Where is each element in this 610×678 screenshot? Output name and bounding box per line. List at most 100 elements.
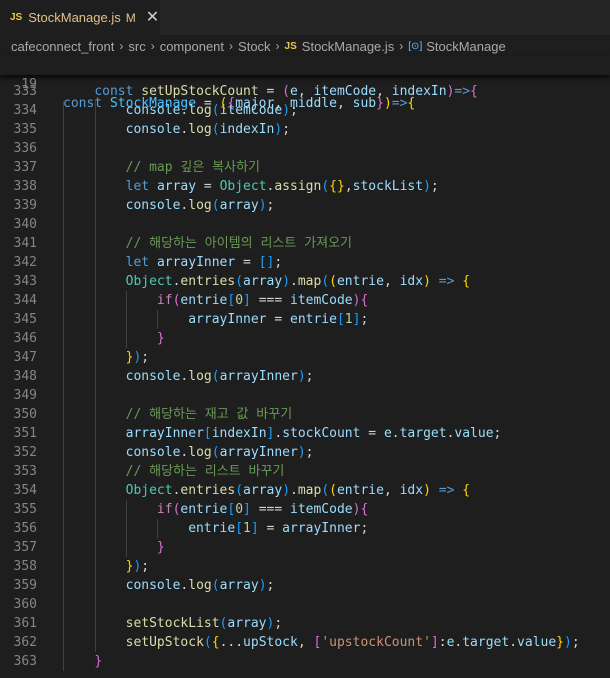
line-number: 349	[13, 388, 37, 403]
breadcrumb-item-stock[interactable]: Stock	[238, 39, 271, 54]
line-number: 342	[13, 255, 37, 270]
line-number: 344	[13, 293, 37, 308]
line-code: // map 깊은 복사하기	[125, 160, 260, 175]
code-line: 344 if(entrie[0] === itemCode){	[0, 291, 610, 310]
line-code: Object.entries(array).map((entrie, idx) …	[125, 274, 471, 289]
chevron-right-icon: ›	[399, 39, 404, 53]
line-code: // 해당하는 리스트 바꾸기	[125, 464, 285, 479]
code-line: 336	[0, 139, 610, 158]
line-number: 340	[13, 217, 37, 232]
tab-filename: StockManage.js	[28, 10, 121, 25]
code-line: 19 const StockManage = ({major, middle, …	[0, 56, 610, 111]
chevron-right-icon: ›	[150, 39, 155, 53]
line-code: Object.entries(array).map((entrie, idx) …	[125, 483, 471, 498]
breadcrumb-item-src[interactable]: src	[128, 39, 145, 54]
code-line: 347 });	[0, 348, 610, 367]
line-number: 343	[13, 274, 37, 289]
code-line: 345 arrayInner = entrie[1];	[0, 310, 610, 329]
code-line: 355 if(entrie[0] === itemCode){	[0, 500, 610, 519]
line-code: if(entrie[0] === itemCode){	[156, 293, 369, 308]
line-code: console.log(array);	[125, 198, 275, 213]
line-code: arrayInner = entrie[1];	[188, 312, 369, 327]
line-code: entrie[1] = arrayInner;	[188, 521, 369, 536]
line-code: }	[156, 540, 165, 555]
line-number: 341	[13, 236, 37, 251]
chevron-right-icon: ›	[229, 39, 234, 53]
line-number: 357	[13, 540, 37, 555]
line-number: 363	[13, 654, 37, 669]
code-line: 354 Object.entries(array).map((entrie, i…	[0, 481, 610, 500]
chevron-right-icon: ›	[119, 39, 124, 53]
breadcrumb-item-file[interactable]: StockManage.js	[302, 39, 395, 54]
code-line: 357 }	[0, 538, 610, 557]
chevron-right-icon: ›	[275, 39, 280, 53]
line-number: 359	[13, 578, 37, 593]
code-line: 348 console.log(arrayInner);	[0, 367, 610, 386]
line-number: 339	[13, 198, 37, 213]
line-number: 356	[13, 521, 37, 536]
line-code: let arrayInner = [];	[125, 255, 283, 270]
line-code: }	[94, 654, 103, 669]
code-line: 363 }	[0, 652, 610, 671]
line-number: 19	[21, 77, 37, 92]
line-number: 350	[13, 407, 37, 422]
code-line: 340	[0, 215, 610, 234]
line-code: if(entrie[0] === itemCode){	[156, 502, 369, 517]
code-line: 362 setUpStock({...upStock, ['upstockCou…	[0, 633, 610, 652]
code-line: 343 Object.entries(array).map((entrie, i…	[0, 272, 610, 291]
code-line: 350 // 해당하는 재고 값 바꾸기	[0, 405, 610, 424]
line-number: 353	[13, 464, 37, 479]
breadcrumb-item-symbol[interactable]: StockManage	[426, 39, 506, 54]
line-number: 345	[13, 312, 37, 327]
code-line: 349	[0, 386, 610, 405]
line-number: 338	[13, 179, 37, 194]
line-code: let array = Object.assign({},stockList);	[125, 179, 439, 194]
line-code: setUpStock({...upStock, ['upstockCount']…	[125, 635, 580, 650]
modified-indicator: M	[125, 10, 136, 25]
line-number: 336	[13, 141, 37, 156]
tab-stockmanage-js[interactable]: JS StockManage.js M ✕	[0, 0, 160, 35]
line-code: });	[125, 559, 150, 574]
line-code: console.log(array);	[125, 578, 275, 593]
line-code: // 해당하는 아이템의 리스트 가져오기	[125, 236, 352, 251]
line-number: 348	[13, 369, 37, 384]
line-code: console.log(arrayInner);	[125, 369, 314, 384]
code-line: 361 setStockList(array);	[0, 614, 610, 633]
line-code: const StockManage = ({major, middle, sub…	[63, 96, 416, 111]
line-number: 337	[13, 160, 37, 175]
line-number: 355	[13, 502, 37, 517]
line-code: });	[125, 350, 150, 365]
line-number: 346	[13, 331, 37, 346]
code-line: 335 console.log(indexIn);	[0, 120, 610, 139]
javascript-file-icon: JS	[284, 40, 297, 52]
line-number: 351	[13, 426, 37, 441]
line-number: 361	[13, 616, 37, 631]
code-line: 358 });	[0, 557, 610, 576]
breadcrumb-item-project[interactable]: cafeconnect_front	[11, 39, 114, 54]
line-code: arrayInner[indexIn].stockCount = e.targe…	[125, 426, 502, 441]
close-icon[interactable]: ✕	[146, 9, 159, 26]
javascript-file-icon: JS	[10, 12, 23, 23]
symbol-variable-icon: [⊙]	[408, 40, 423, 52]
code-line: 337 // map 깊은 복사하기	[0, 158, 610, 177]
line-code: }	[156, 331, 165, 346]
line-number: 358	[13, 559, 37, 574]
line-number: 352	[13, 445, 37, 460]
code-line: 338 let array = Object.assign({},stockLi…	[0, 177, 610, 196]
line-number: 362	[13, 635, 37, 650]
code-line: 359 console.log(array);	[0, 576, 610, 595]
breadcrumb-item-component[interactable]: component	[160, 39, 224, 54]
line-number: 347	[13, 350, 37, 365]
sticky-scroll-header[interactable]: 19 const StockManage = ({major, middle, …	[0, 56, 610, 111]
line-code: setStockList(array);	[125, 616, 283, 631]
breadcrumb: cafeconnect_front › src › component › St…	[0, 35, 610, 57]
line-code: console.log(indexIn);	[125, 122, 291, 137]
line-code: console.log(arrayInner);	[125, 445, 314, 460]
code-line: 360	[0, 595, 610, 614]
code-line: 346 }	[0, 329, 610, 348]
code-line: 353 // 해당하는 리스트 바꾸기	[0, 462, 610, 481]
line-number: 354	[13, 483, 37, 498]
editor-tab-bar: JS StockManage.js M ✕	[0, 0, 610, 35]
code-line: 339 console.log(array);	[0, 196, 610, 215]
code-editor[interactable]: 333 const setUpStockCount = (e, itemCode…	[0, 82, 610, 671]
